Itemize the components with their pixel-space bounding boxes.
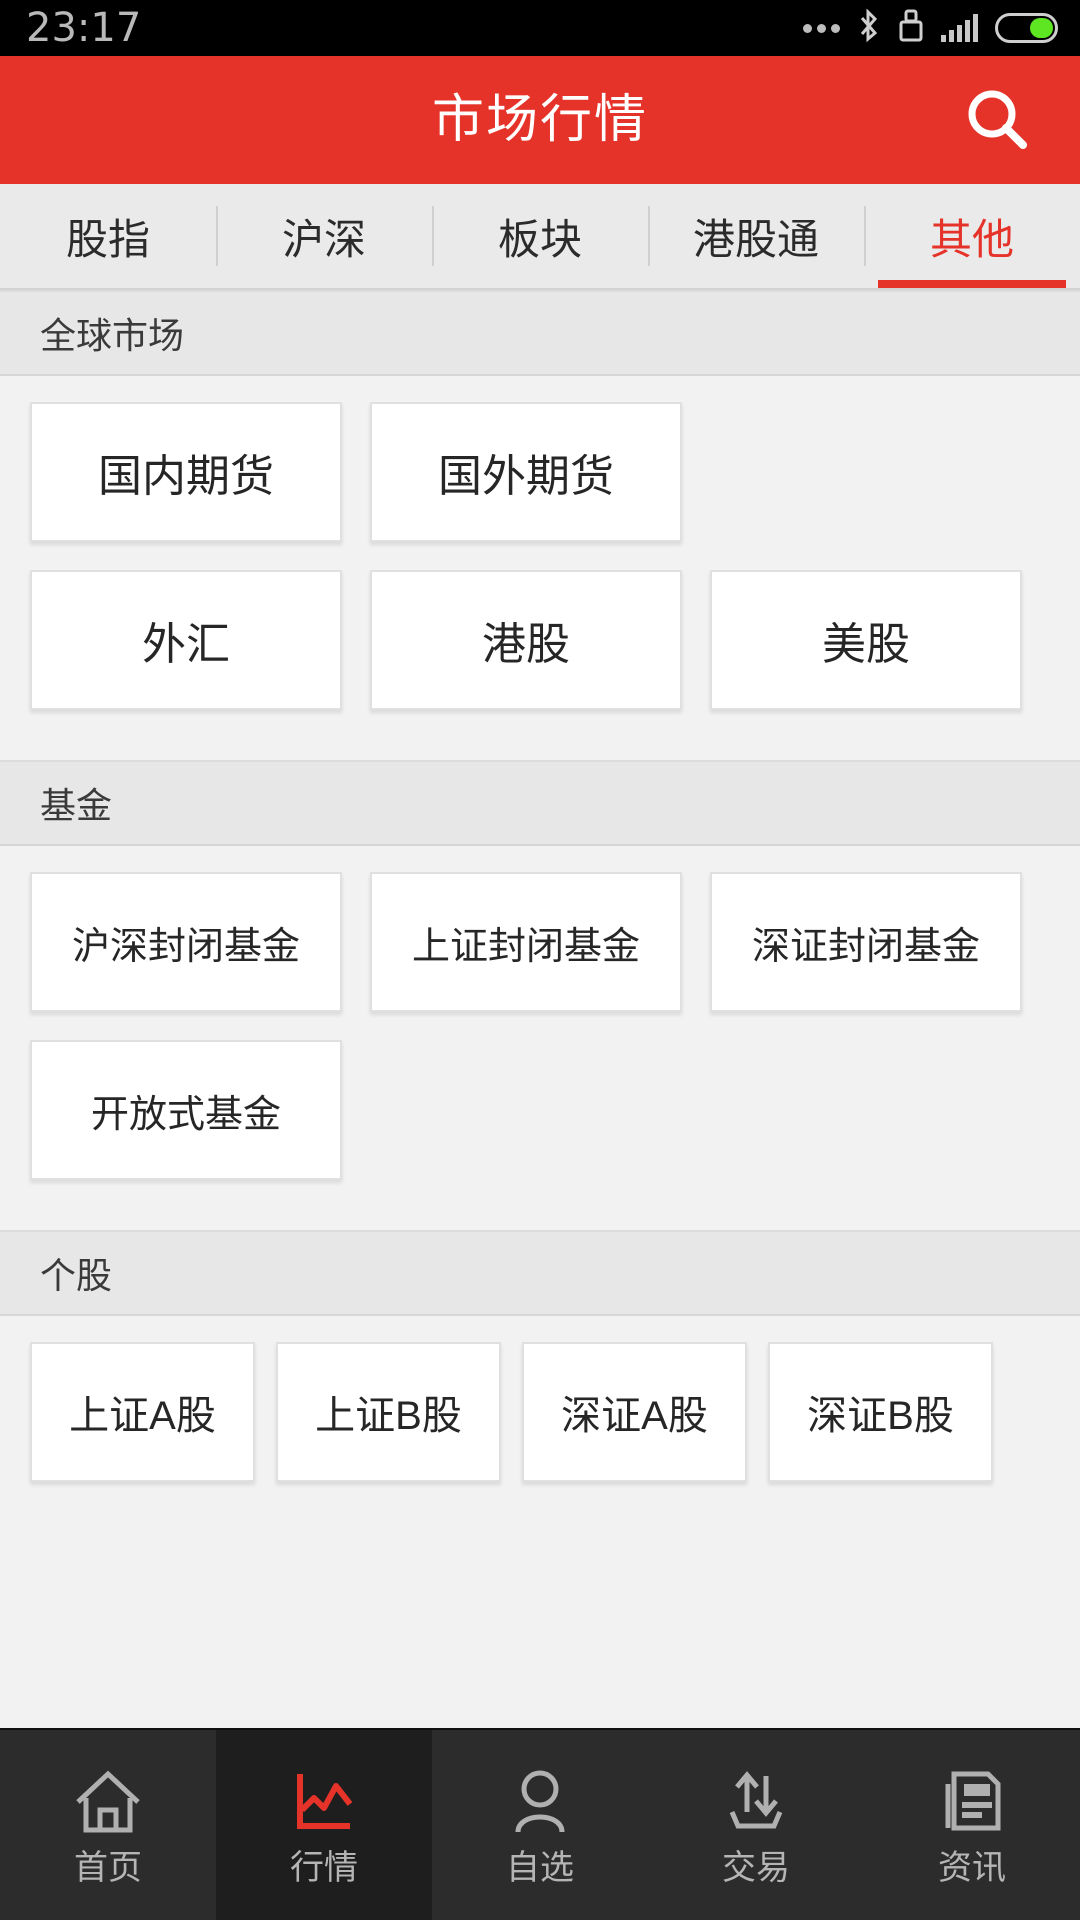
market-card[interactable]: 上证A股: [30, 1342, 255, 1482]
market-list: 全球市场 国内期货 国外期货 外汇 港股 美股 基金 沪深封闭基金 上证封闭基金…: [0, 290, 1080, 1728]
section-grid-stock: 上证A股 上证B股 深证A股 深证B股: [0, 1316, 1080, 1532]
nav-item-trade[interactable]: 交易: [648, 1730, 864, 1920]
nav-label: 资讯: [938, 1849, 1006, 1887]
signal-bars-icon: [941, 14, 978, 42]
card-label: 港股: [482, 620, 570, 669]
bottom-navigation: 首页 行情 自选 交易 资讯: [0, 1728, 1080, 1920]
market-card[interactable]: 上证封闭基金: [370, 872, 682, 1012]
home-icon: [72, 1765, 144, 1839]
card-label: 上证A股: [69, 1394, 216, 1438]
app-header: 市场行情: [0, 56, 1080, 184]
section-header-global: 全球市场: [0, 290, 1080, 376]
usb-icon: [898, 9, 924, 48]
card-label: 国内期货: [98, 452, 274, 501]
market-card[interactable]: 国外期货: [370, 402, 682, 542]
nav-item-quotes[interactable]: 行情: [216, 1730, 432, 1920]
tab-label: 股指: [65, 215, 150, 263]
tab-label: 沪深: [281, 215, 366, 263]
bluetooth-icon: [857, 7, 881, 48]
tab-ganggutong[interactable]: 港股通: [648, 184, 864, 288]
market-card[interactable]: 外汇: [30, 570, 342, 710]
status-time: 23:17: [26, 5, 142, 51]
market-card[interactable]: 国内期货: [30, 402, 342, 542]
category-tabs: 股指 沪深 板块 港股通 其他: [0, 184, 1080, 290]
battery-icon: [995, 13, 1058, 43]
market-card[interactable]: 开放式基金: [30, 1040, 342, 1180]
tab-guzhi[interactable]: 股指: [0, 184, 216, 288]
tab-qita[interactable]: 其他: [864, 184, 1080, 288]
nav-label: 首页: [74, 1849, 142, 1887]
market-card[interactable]: 沪深封闭基金: [30, 872, 342, 1012]
nav-label: 自选: [506, 1849, 574, 1887]
section-header-fund: 基金: [0, 760, 1080, 846]
tab-hushen[interactable]: 沪深: [216, 184, 432, 288]
card-label: 外汇: [142, 620, 230, 669]
section-title: 全球市场: [40, 315, 185, 356]
news-icon: [936, 1765, 1008, 1839]
card-label: 开放式基金: [90, 1093, 281, 1136]
card-label: 美股: [822, 620, 910, 669]
section-title: 基金: [40, 785, 113, 826]
nav-item-news[interactable]: 资讯: [864, 1730, 1080, 1920]
section-header-stock: 个股: [0, 1230, 1080, 1316]
market-card[interactable]: 美股: [710, 570, 1022, 710]
more-dots-icon: [803, 23, 840, 33]
page-title: 市场行情: [431, 91, 648, 149]
app-screen: 23:17 市场行情 股指 沪深 板块 港股通 其他 全球市场 国内期货 国外期…: [0, 0, 1080, 1920]
card-label: 深证封闭基金: [751, 925, 980, 968]
search-button[interactable]: [950, 72, 1046, 168]
card-label: 上证封闭基金: [411, 925, 640, 968]
status-bar: 23:17: [0, 0, 1080, 56]
card-label: 上证B股: [315, 1394, 462, 1438]
nav-item-watchlist[interactable]: 自选: [432, 1730, 648, 1920]
card-label: 国外期货: [438, 452, 614, 501]
nav-label: 交易: [722, 1849, 790, 1887]
search-icon: [968, 90, 1027, 149]
card-label: 深证B股: [807, 1394, 954, 1438]
tab-label: 其他: [929, 215, 1014, 263]
market-card[interactable]: 深证B股: [768, 1342, 993, 1482]
tab-label: 板块: [497, 215, 582, 263]
transfer-icon: [720, 1765, 792, 1839]
card-label: 深证A股: [561, 1394, 708, 1438]
status-icons: [803, 7, 1058, 48]
nav-label: 行情: [290, 1849, 358, 1887]
tab-label: 港股通: [692, 215, 819, 263]
nav-item-home[interactable]: 首页: [0, 1730, 216, 1920]
market-card[interactable]: 深证封闭基金: [710, 872, 1022, 1012]
person-icon: [504, 1765, 576, 1839]
section-grid-fund: 沪深封闭基金 上证封闭基金 深证封闭基金 开放式基金: [0, 846, 1080, 1230]
tab-bankuai[interactable]: 板块: [432, 184, 648, 288]
market-card[interactable]: 上证B股: [276, 1342, 501, 1482]
section-grid-global: 国内期货 国外期货 外汇 港股 美股: [0, 376, 1080, 760]
section-title: 个股: [40, 1255, 113, 1296]
chart-icon: [288, 1765, 360, 1839]
market-card[interactable]: 港股: [370, 570, 682, 710]
card-label: 沪深封闭基金: [71, 925, 300, 968]
market-card[interactable]: 深证A股: [522, 1342, 747, 1482]
